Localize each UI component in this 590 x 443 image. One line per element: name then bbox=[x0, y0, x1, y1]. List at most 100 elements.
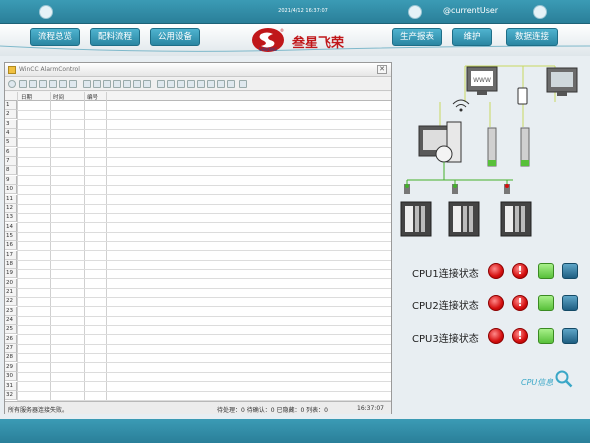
row-number[interactable]: 13 bbox=[5, 213, 17, 223]
export-icon[interactable] bbox=[239, 80, 247, 88]
filter-icon[interactable] bbox=[123, 80, 131, 88]
bell-icon[interactable] bbox=[113, 80, 121, 88]
table-row[interactable] bbox=[17, 334, 391, 336]
row-number[interactable]: 25 bbox=[5, 325, 17, 335]
lock-list-icon[interactable] bbox=[49, 80, 57, 88]
row-number[interactable]: 9 bbox=[5, 175, 17, 185]
row-number[interactable]: 31 bbox=[5, 381, 17, 391]
table-row[interactable] bbox=[17, 268, 391, 270]
column-time-header[interactable]: 时间 bbox=[53, 93, 64, 101]
table-row[interactable] bbox=[17, 381, 391, 383]
row-number[interactable]: 4 bbox=[5, 129, 17, 139]
table-row[interactable] bbox=[17, 353, 391, 355]
table-row[interactable] bbox=[17, 240, 391, 242]
table-row[interactable] bbox=[17, 203, 391, 205]
table-row[interactable] bbox=[17, 212, 391, 214]
config-icon[interactable] bbox=[19, 80, 27, 88]
table-row[interactable] bbox=[17, 297, 391, 298]
row-number[interactable]: 5 bbox=[5, 138, 17, 148]
ack-single-icon[interactable] bbox=[83, 80, 91, 88]
loop-in-alarm-icon[interactable] bbox=[227, 80, 235, 88]
cpu-info-label[interactable]: CPU信息 bbox=[521, 377, 553, 388]
nav-batching-process-button[interactable]: 配料流程 bbox=[90, 28, 140, 46]
table-row[interactable] bbox=[17, 390, 391, 392]
table-row[interactable] bbox=[17, 194, 391, 196]
row-number[interactable]: 10 bbox=[5, 185, 17, 195]
pin-icon[interactable] bbox=[157, 80, 165, 88]
table-row[interactable] bbox=[17, 156, 391, 158]
row-number[interactable]: 20 bbox=[5, 278, 17, 288]
last-message-icon[interactable] bbox=[197, 80, 205, 88]
column-number-header[interactable]: 编号 bbox=[87, 93, 98, 101]
home-icon[interactable] bbox=[39, 5, 53, 19]
hidden-list-icon[interactable] bbox=[59, 80, 67, 88]
table-row[interactable] bbox=[17, 138, 391, 140]
row-number[interactable]: 8 bbox=[5, 166, 17, 176]
row-number[interactable]: 6 bbox=[5, 147, 17, 157]
table-row[interactable] bbox=[17, 119, 391, 121]
row-number[interactable]: 19 bbox=[5, 269, 17, 279]
table-row[interactable] bbox=[17, 325, 391, 327]
row-number[interactable]: 32 bbox=[5, 390, 17, 400]
row-number[interactable]: 12 bbox=[5, 203, 17, 213]
row-number[interactable]: 16 bbox=[5, 241, 17, 251]
row-number[interactable]: 21 bbox=[5, 288, 17, 297]
window-close-button[interactable]: ✕ bbox=[377, 65, 387, 74]
table-row[interactable] bbox=[17, 222, 391, 224]
row-number[interactable]: 23 bbox=[5, 306, 17, 316]
row-number[interactable]: 7 bbox=[5, 157, 17, 167]
table-row[interactable] bbox=[17, 250, 391, 252]
row-number[interactable]: 17 bbox=[5, 250, 17, 260]
nav-process-overview-button[interactable]: 流程总览 bbox=[30, 28, 80, 46]
row-number[interactable]: 27 bbox=[5, 344, 17, 354]
table-row[interactable] bbox=[17, 110, 391, 111]
table-row[interactable] bbox=[17, 287, 391, 289]
row-number[interactable]: 11 bbox=[5, 194, 17, 204]
row-number[interactable]: 1 bbox=[5, 101, 17, 110]
ack-group-icon[interactable] bbox=[93, 80, 101, 88]
message-list-icon[interactable] bbox=[29, 80, 37, 88]
row-number[interactable]: 26 bbox=[5, 334, 17, 344]
table-row[interactable] bbox=[17, 371, 391, 373]
row-number[interactable]: 28 bbox=[5, 353, 17, 363]
table-row[interactable] bbox=[17, 278, 391, 280]
table-row[interactable] bbox=[17, 306, 391, 308]
table-row[interactable] bbox=[17, 184, 391, 186]
nav-utilities-button[interactable]: 公用设备 bbox=[150, 28, 200, 46]
next-message-icon[interactable] bbox=[187, 80, 195, 88]
table-row[interactable] bbox=[17, 231, 391, 233]
row-number[interactable]: 2 bbox=[5, 110, 17, 120]
info-text-icon[interactable] bbox=[217, 80, 225, 88]
prev-message-icon[interactable] bbox=[177, 80, 185, 88]
comment-icon[interactable] bbox=[207, 80, 215, 88]
nav-production-report-button[interactable]: 生产报表 bbox=[392, 28, 442, 46]
row-number[interactable]: 3 bbox=[5, 119, 17, 129]
table-row[interactable] bbox=[17, 147, 391, 149]
row-number[interactable]: 18 bbox=[5, 259, 17, 269]
column-date-header[interactable]: 日期 bbox=[21, 93, 32, 101]
user-icon[interactable] bbox=[408, 5, 422, 19]
cpu-info-search-icon[interactable] bbox=[555, 370, 573, 388]
row-number[interactable]: 24 bbox=[5, 316, 17, 326]
table-row[interactable] bbox=[17, 166, 391, 168]
emergency-ack-icon[interactable] bbox=[103, 80, 111, 88]
table-row[interactable] bbox=[17, 175, 391, 177]
row-number[interactable]: 14 bbox=[5, 222, 17, 232]
table-row[interactable] bbox=[17, 259, 391, 261]
settings-gear-icon[interactable] bbox=[533, 5, 547, 19]
history-list-icon[interactable] bbox=[39, 80, 47, 88]
row-number[interactable]: 30 bbox=[5, 372, 17, 382]
table-row[interactable] bbox=[17, 128, 391, 130]
nav-data-connection-button[interactable]: 数据连接 bbox=[506, 28, 558, 46]
row-number[interactable]: 29 bbox=[5, 362, 17, 372]
first-message-icon[interactable] bbox=[167, 80, 175, 88]
row-number[interactable]: 15 bbox=[5, 231, 17, 241]
nav-maintenance-button[interactable]: 维护 bbox=[452, 28, 492, 46]
table-row[interactable] bbox=[17, 343, 391, 345]
help-icon[interactable] bbox=[8, 80, 16, 88]
table-row[interactable] bbox=[17, 315, 391, 317]
row-number[interactable]: 22 bbox=[5, 297, 17, 307]
statistics-icon[interactable] bbox=[69, 80, 77, 88]
table-row[interactable] bbox=[17, 362, 391, 364]
sort-icon[interactable] bbox=[133, 80, 141, 88]
